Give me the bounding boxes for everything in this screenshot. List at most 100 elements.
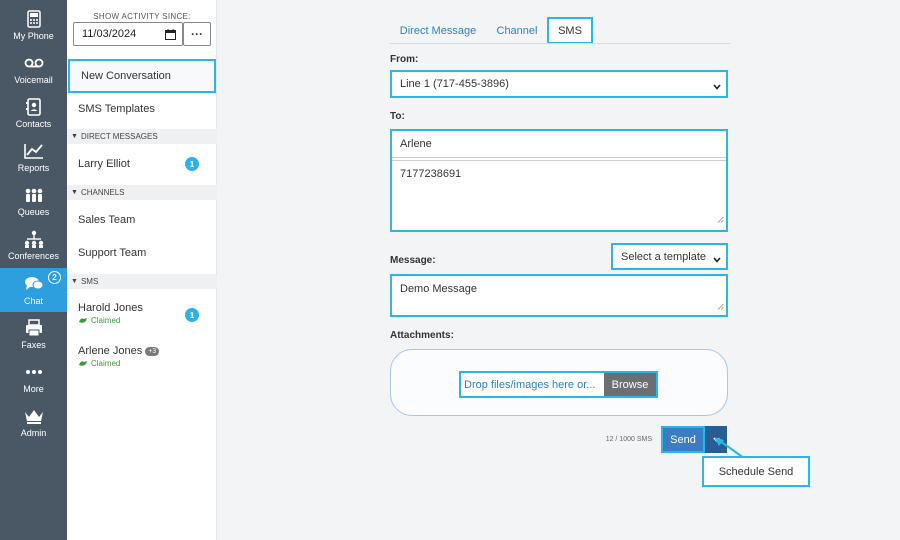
- rail-label: Voicemail: [14, 74, 53, 85]
- rail-item-more[interactable]: More: [0, 356, 67, 400]
- rail-item-admin[interactable]: Admin: [0, 400, 67, 444]
- contact-name: Harold Jones: [78, 302, 143, 314]
- section-title: DIRECT MESSAGES: [80, 132, 158, 141]
- new-conversation-button[interactable]: New Conversation: [68, 59, 216, 93]
- tab-sms[interactable]: SMS: [547, 17, 593, 44]
- rail-label: More: [23, 383, 44, 394]
- attachment-drop-zone[interactable]: Drop files/images here or... Browse: [390, 349, 728, 416]
- phone-icon: [24, 9, 44, 28]
- template-select[interactable]: Select a template: [611, 243, 728, 270]
- claimed-icon: [79, 318, 87, 323]
- unread-count-badge: 1: [185, 157, 199, 171]
- left-nav-rail: My Phone Voicemail Contacts Reports Queu…: [0, 0, 67, 540]
- rail-label: Reports: [17, 162, 50, 173]
- activity-date-input[interactable]: 11/03/2024: [73, 22, 183, 46]
- claimed-status: Claimed: [78, 359, 120, 368]
- additional-count-badge: +3: [145, 347, 160, 356]
- caret-down-icon: [712, 437, 720, 442]
- channel-name: Sales Team: [78, 214, 136, 226]
- queues-icon: [24, 186, 44, 204]
- rail-item-voicemail[interactable]: Voicemail: [0, 47, 67, 91]
- conferences-icon: [24, 230, 44, 248]
- contact-name: Arlene Jones +3: [78, 345, 160, 357]
- chevron-down-icon: [713, 81, 721, 93]
- new-conversation-label: New Conversation: [81, 70, 171, 82]
- resize-handle-icon[interactable]: [717, 210, 724, 228]
- channels-section-header[interactable]: ▼ CHANNELS: [67, 185, 217, 200]
- rail-item-my-phone[interactable]: My Phone: [0, 3, 67, 47]
- rail-item-reports[interactable]: Reports: [0, 135, 67, 179]
- rail-item-faxes[interactable]: Faxes: [0, 312, 67, 356]
- rail-label: Chat: [23, 295, 43, 306]
- reports-icon: [23, 142, 44, 160]
- sms-templates-item[interactable]: SMS Templates: [67, 92, 217, 126]
- voicemail-icon: [24, 54, 44, 72]
- chat-unread-badge: 2: [48, 271, 61, 284]
- more-options-button[interactable]: ···: [183, 22, 211, 46]
- drop-browse-group: Drop files/images here or... Browse: [459, 371, 658, 398]
- channel-name: Support Team: [78, 247, 147, 259]
- calendar-icon[interactable]: [165, 29, 176, 43]
- channel-item-support-team[interactable]: Support Team: [67, 236, 217, 270]
- caret-down-icon: ▼: [71, 189, 78, 196]
- to-name-input[interactable]: Arlene: [392, 131, 726, 158]
- caret-down-icon: ▼: [71, 133, 78, 140]
- unread-count-badge: 1: [185, 308, 199, 322]
- dm-name: Larry Elliot: [78, 158, 130, 170]
- chat-icon: [24, 275, 44, 293]
- sms-item-arlene-jones[interactable]: Arlene Jones +3 Claimed: [67, 339, 217, 379]
- direct-messages-section-header[interactable]: ▼ DIRECT MESSAGES: [67, 129, 217, 144]
- claimed-status: Claimed: [78, 316, 120, 325]
- send-button[interactable]: Send: [661, 426, 705, 453]
- rail-label: Contacts: [15, 118, 52, 129]
- tabs-divider: [390, 43, 730, 44]
- caret-down-icon: ▼: [71, 278, 78, 285]
- claimed-icon: [79, 361, 87, 366]
- send-options-dropdown[interactable]: [705, 426, 727, 453]
- dm-item-larry-elliot[interactable]: Larry Elliot 1: [67, 147, 217, 181]
- section-title: CHANNELS: [80, 188, 125, 197]
- status-text: Claimed: [91, 359, 121, 368]
- contact-name-text: Arlene Jones: [78, 345, 143, 357]
- chevron-down-icon: [713, 254, 721, 266]
- tab-direct-message[interactable]: Direct Message: [394, 18, 482, 44]
- status-text: Claimed: [91, 316, 121, 325]
- to-number-textarea[interactable]: 7177238691: [392, 160, 726, 230]
- rail-label: My Phone: [13, 30, 54, 41]
- schedule-send-option[interactable]: Schedule Send: [702, 456, 810, 487]
- sms-character-count: 12 / 1000 SMS: [605, 436, 652, 443]
- message-value: Demo Message: [400, 283, 478, 295]
- from-value: Line 1 (717-455-3896): [400, 78, 509, 90]
- conversation-sidebar: SHOW ACTIVITY SINCE: 11/03/2024 ··· New …: [67, 0, 217, 540]
- rail-label: Conferences: [7, 250, 60, 261]
- rail-label: Queues: [17, 206, 50, 217]
- message-textarea[interactable]: Demo Message: [390, 274, 728, 317]
- to-label: To:: [390, 111, 405, 122]
- resize-handle-icon[interactable]: [717, 301, 724, 313]
- from-line-select[interactable]: Line 1 (717-455-3896): [390, 70, 728, 98]
- tab-channel[interactable]: Channel: [490, 18, 544, 44]
- message-label: Message:: [390, 255, 436, 266]
- attachments-label: Attachments:: [390, 330, 454, 341]
- sms-item-harold-jones[interactable]: Harold Jones Claimed 1: [67, 296, 217, 336]
- section-title: SMS: [80, 277, 99, 286]
- show-activity-label: SHOW ACTIVITY SINCE:: [93, 12, 191, 21]
- rail-item-contacts[interactable]: Contacts: [0, 91, 67, 135]
- from-label: From:: [390, 54, 419, 65]
- browse-button[interactable]: Browse: [604, 373, 656, 396]
- rail-label: Admin: [20, 427, 47, 438]
- crown-icon: [24, 407, 44, 425]
- rail-item-queues[interactable]: Queues: [0, 179, 67, 223]
- sms-section-header[interactable]: ▼ SMS: [67, 274, 217, 289]
- sms-templates-label: SMS Templates: [78, 103, 155, 115]
- rail-item-conferences[interactable]: Conferences: [0, 223, 67, 267]
- rail-label: Faxes: [21, 339, 46, 350]
- date-value: 11/03/2024: [82, 28, 137, 40]
- drop-files-text[interactable]: Drop files/images here or...: [461, 373, 604, 396]
- to-field-group: Arlene 7177238691: [390, 129, 728, 232]
- contacts-icon: [24, 97, 44, 116]
- template-placeholder: Select a template: [621, 250, 706, 263]
- fax-icon: [24, 318, 44, 337]
- rail-item-chat[interactable]: Chat 2: [0, 268, 67, 312]
- channel-item-sales-team[interactable]: Sales Team: [67, 203, 217, 237]
